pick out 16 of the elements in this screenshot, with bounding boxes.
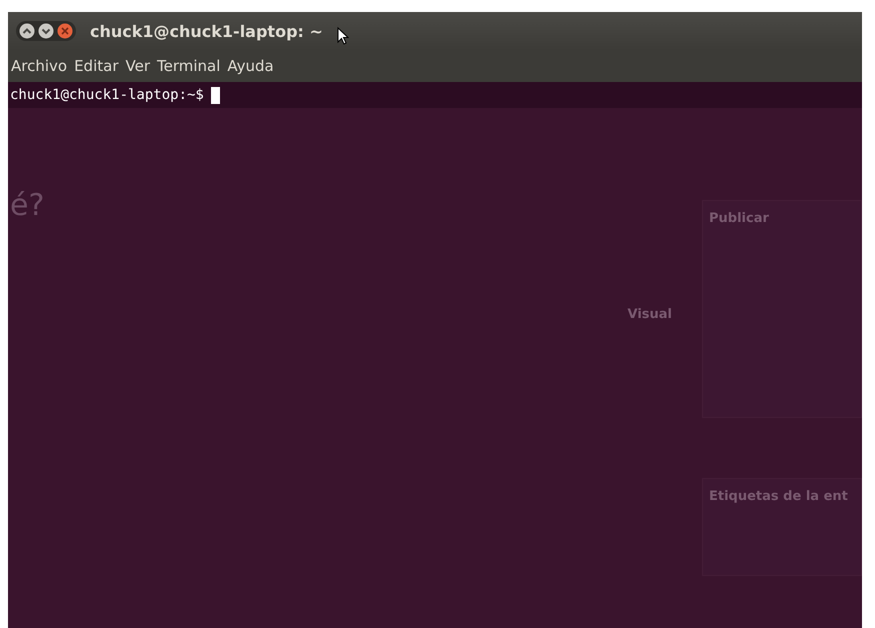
close-icon[interactable] [57,23,73,39]
menu-item[interactable]: Terminal [157,57,220,75]
menu-item[interactable]: Editar [74,57,118,75]
faded-tab-label: Visual [627,307,672,322]
minimize-icon[interactable] [19,23,35,39]
faded-heading: é? [10,188,46,223]
window-title: chuck1@chuck1-laptop: ~ [90,22,323,40]
text-cursor [210,86,220,104]
maximize-icon[interactable] [38,23,54,39]
shell-prompt: chuck1@chuck1-laptop:~$ [10,87,204,103]
menu-item[interactable]: Ver [126,57,150,75]
mouse-pointer-icon [336,27,349,45]
menu-item[interactable]: Ayuda [227,57,274,75]
faded-panel-title: Etiquetas de la ent [709,489,848,504]
faded-panel-title: Publicar [709,211,769,226]
menu-item[interactable]: Archivo [11,57,68,75]
